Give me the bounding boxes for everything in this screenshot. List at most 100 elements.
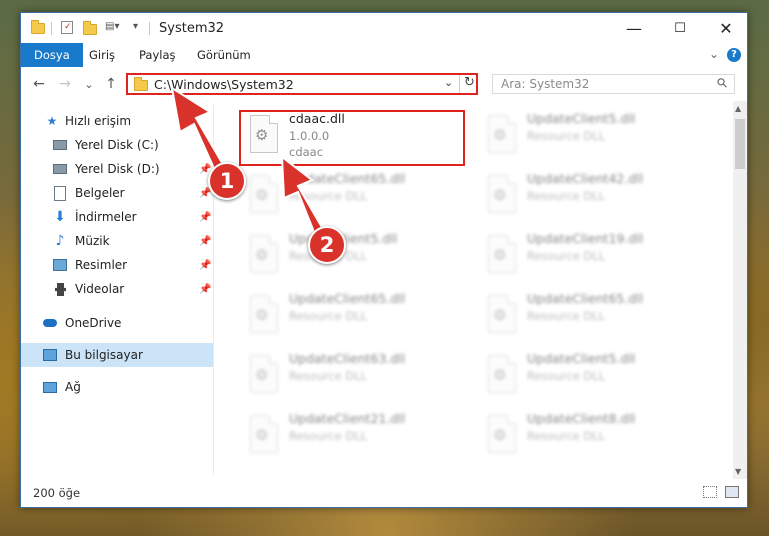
file-description: Resource DLL: [527, 189, 606, 203]
music-icon: ♪: [55, 233, 65, 249]
address-path[interactable]: C:\Windows\System32: [154, 77, 294, 92]
forward-button[interactable]: →: [55, 73, 75, 95]
dll-file-icon: ⚙: [488, 355, 516, 393]
drive-icon: [53, 138, 67, 152]
file-item[interactable]: ⚙ UpdateClient19.dll Resource DLL: [480, 229, 704, 285]
file-name: UpdateClient65.dll: [527, 291, 644, 306]
sidebar-item-this-pc[interactable]: Bu bilgisayar: [21, 343, 213, 367]
address-bar[interactable]: C:\Windows\System32 ⌄ ↻: [126, 73, 478, 95]
dll-file-icon: ⚙: [488, 235, 516, 273]
file-description: Resource DLL: [527, 309, 606, 323]
dll-file-icon: ⚙: [250, 295, 278, 333]
file-item[interactable]: ⚙ UpdateClient5.dll Resource DLL: [480, 349, 704, 405]
sidebar-item-quick-access[interactable]: ★ Hızlı erişim: [21, 109, 213, 133]
file-description: Resource DLL: [527, 249, 606, 263]
computer-icon: [43, 348, 57, 362]
sidebar-item-videos[interactable]: Videolar 📌: [21, 277, 213, 301]
file-description: Resource DLL: [289, 189, 368, 203]
sidebar-item-disk-d[interactable]: Yerel Disk (D:) 📌: [21, 157, 213, 181]
large-icons-view-icon[interactable]: [725, 486, 739, 498]
file-item[interactable]: ⚙ UpdateClient65.dll Resource DLL: [242, 289, 466, 345]
sidebar-item-network[interactable]: Ağ: [21, 375, 213, 399]
navigation-bar: ← → ⌄ ↑ C:\Windows\System32 ⌄ ↻ Ara: Sys…: [21, 69, 747, 101]
file-item[interactable]: ⚙ UpdateClient65.dll Resource DLL: [242, 169, 466, 225]
status-bar: 200 öğe: [21, 479, 747, 507]
tab-share[interactable]: Paylaş: [129, 43, 186, 67]
file-name: UpdateClient5.dll: [527, 111, 636, 126]
file-description: Resource DLL: [527, 429, 606, 443]
download-icon: ⬇: [54, 209, 66, 225]
scroll-up-icon[interactable]: ▲: [735, 104, 741, 113]
pin-icon[interactable]: 📌: [199, 236, 211, 247]
dll-file-icon: ⚙: [250, 235, 278, 273]
file-item[interactable]: ⚙ UpdateClient65.dll Resource DLL: [480, 289, 704, 345]
back-button[interactable]: ←: [29, 73, 49, 95]
minimize-button[interactable]: —: [611, 13, 657, 43]
sidebar-item-disk-c[interactable]: Yerel Disk (C:): [21, 133, 213, 157]
qat-dropdown-icon[interactable]: ▾: [133, 21, 138, 32]
customize-qat-icon[interactable]: ▤▾: [105, 21, 119, 32]
details-view-icon[interactable]: [703, 486, 717, 498]
folder-icon: [31, 20, 45, 34]
navigation-pane: ★ Hızlı erişim Yerel Disk (C:) Yerel Dis…: [21, 105, 214, 475]
tab-file[interactable]: Dosya: [21, 43, 83, 67]
folder-icon: [134, 77, 148, 91]
up-button[interactable]: ↑: [101, 73, 121, 95]
file-item[interactable]: ⚙ UpdateClient42.dll Resource DLL: [480, 169, 704, 225]
properties-icon[interactable]: ✓: [61, 21, 73, 34]
sidebar-item-pictures[interactable]: Resimler 📌: [21, 253, 213, 277]
recent-locations-button[interactable]: ⌄: [79, 73, 99, 95]
sidebar-item-onedrive[interactable]: OneDrive: [21, 311, 213, 335]
pin-icon[interactable]: 📌: [199, 284, 211, 295]
highlight-box: [239, 110, 465, 166]
file-item[interactable]: ⚙ UpdateClient63.dll Resource DLL: [242, 349, 466, 405]
file-item[interactable]: ⚙ UpdateClient8.dll Resource DLL: [480, 409, 704, 465]
file-name: UpdateClient65.dll: [289, 291, 406, 306]
help-icon[interactable]: ?: [727, 48, 741, 62]
scroll-thumb[interactable]: [735, 119, 745, 169]
search-box[interactable]: Ara: System32 ⚲: [492, 74, 735, 94]
dll-file-icon: ⚙: [488, 175, 516, 213]
dll-file-icon: ⚙: [250, 355, 278, 393]
file-description: Resource DLL: [289, 309, 368, 323]
document-icon: [53, 185, 67, 201]
file-name: UpdateClient65.dll: [289, 171, 406, 186]
address-dropdown-icon[interactable]: ⌄: [444, 76, 453, 89]
refresh-icon[interactable]: ↻: [464, 75, 475, 90]
maximize-button[interactable]: ☐: [657, 13, 703, 43]
file-name: UpdateClient19.dll: [527, 231, 644, 246]
tab-view[interactable]: Görünüm: [187, 43, 261, 67]
file-description: Resource DLL: [527, 129, 606, 143]
pin-icon[interactable]: 📌: [199, 260, 211, 271]
vertical-scrollbar[interactable]: ▲ ▼: [733, 101, 747, 479]
cloud-icon: [43, 316, 57, 330]
file-item[interactable]: ⚙ UpdateClient5.dll Resource DLL: [480, 109, 704, 165]
file-item[interactable]: ⚙ UpdateClient5.dll Resource DLL: [242, 229, 466, 285]
scroll-down-icon[interactable]: ▼: [735, 467, 741, 476]
dll-file-icon: ⚙: [250, 415, 278, 453]
pin-icon[interactable]: 📌: [199, 212, 211, 223]
file-name: UpdateClient5.dll: [527, 351, 636, 366]
search-placeholder[interactable]: Ara: System32: [501, 77, 589, 91]
ribbon-tabs: Dosya Giriş Paylaş Görünüm ⌄ ?: [21, 43, 747, 67]
file-description: Resource DLL: [527, 369, 606, 383]
sidebar-item-downloads[interactable]: ⬇ İndirmeler 📌: [21, 205, 213, 229]
dll-file-icon: ⚙: [488, 115, 516, 153]
star-icon: ★: [46, 114, 58, 128]
new-folder-icon[interactable]: [83, 21, 97, 35]
file-name: UpdateClient21.dll: [289, 411, 406, 426]
expand-ribbon-icon[interactable]: ⌄: [709, 47, 719, 61]
file-item[interactable]: ⚙ UpdateClient21.dll Resource DLL: [242, 409, 466, 465]
search-icon[interactable]: ⚲: [715, 75, 732, 92]
sidebar-item-documents[interactable]: Belgeler 📌: [21, 181, 213, 205]
file-name: UpdateClient63.dll: [289, 351, 406, 366]
sidebar-item-music[interactable]: ♪ Müzik 📌: [21, 229, 213, 253]
step-marker-1: 1: [208, 162, 246, 200]
file-name: UpdateClient8.dll: [527, 411, 636, 426]
tab-home[interactable]: Giriş: [79, 43, 125, 67]
dll-file-icon: ⚙: [488, 295, 516, 333]
close-button[interactable]: ✕: [703, 13, 749, 43]
file-description: Resource DLL: [289, 429, 368, 443]
item-count: 200 öğe: [33, 486, 81, 500]
drive-icon: [53, 162, 67, 176]
